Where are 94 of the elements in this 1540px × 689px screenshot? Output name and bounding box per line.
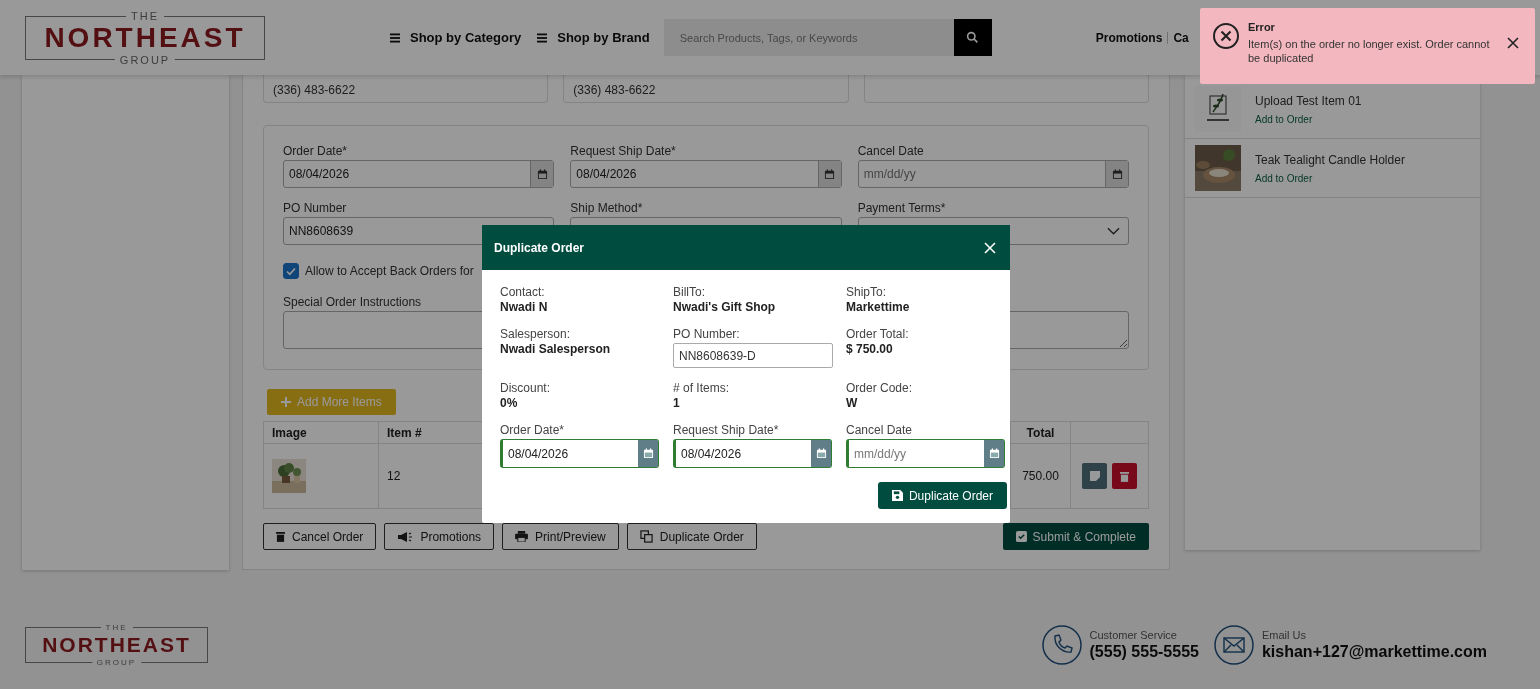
- menu-icon: [537, 32, 548, 43]
- close-icon: [984, 241, 996, 254]
- error-icon: [1212, 22, 1240, 50]
- info-value: Markettime: [846, 300, 911, 314]
- checkbox[interactable]: [283, 263, 299, 279]
- chevron-down-icon: [1107, 227, 1120, 235]
- date-field[interactable]: mm/dd/yy: [846, 439, 1005, 468]
- info-label: Discount:: [500, 381, 552, 395]
- trash-icon: [1120, 470, 1129, 482]
- info-value: $ 750.00: [846, 342, 894, 356]
- product-name: Upload Test Item 01: [1255, 93, 1362, 108]
- calendar-icon: [824, 168, 836, 180]
- info-label: PO Number:: [673, 327, 741, 341]
- field-label: Special Order Instructions: [283, 295, 422, 309]
- info-label: Order Total:: [846, 327, 910, 341]
- contact-value: kishan+127@markettime.com: [1261, 642, 1487, 661]
- nav-menu-link[interactable]: Shop by Brand: [537, 30, 650, 45]
- contact-label: Customer Service: [1089, 628, 1178, 641]
- logo-main-text: NORTHEAST: [42, 632, 191, 657]
- add-to-order-link[interactable]: Add to Order: [1255, 113, 1362, 125]
- trash-icon: [276, 531, 285, 542]
- info-label: ShipTo:: [846, 285, 888, 299]
- toast-message: Item(s) on the order no longer exist. Order cannot be duplicated: [1248, 37, 1491, 65]
- field-label: Request Ship Date*: [673, 423, 780, 437]
- toast-title: Error: [1248, 21, 1276, 33]
- info-label: Contact:: [500, 285, 546, 299]
- calendar-icon: [988, 448, 1000, 459]
- table-cell: 750.00: [1011, 444, 1071, 508]
- calendar-icon: [642, 448, 654, 459]
- po-number-field[interactable]: NN8608639-D: [673, 343, 833, 368]
- contact-label: Email Us: [1261, 628, 1307, 641]
- note-button[interactable]: [1082, 463, 1107, 489]
- close-icon: [1507, 37, 1519, 49]
- duplicate-order-button[interactable]: Duplicate Order: [877, 482, 1007, 509]
- field-label: Request Ship Date*: [570, 144, 677, 158]
- phone-icon: [1041, 624, 1082, 665]
- field-label: Cancel Date: [857, 144, 925, 158]
- info-label: BillTo:: [673, 285, 706, 299]
- date-field[interactable]: 08/04/2026: [500, 439, 659, 468]
- field-label: Ship Method*: [570, 201, 644, 215]
- field-label: Order Date*: [283, 144, 349, 158]
- copy-icon: [639, 530, 653, 543]
- nav-menu-link[interactable]: Shop by Category: [390, 30, 522, 45]
- action-button[interactable]: Duplicate Order: [626, 523, 757, 550]
- column-header: Total: [1011, 422, 1071, 444]
- info-value: Nwadi N: [500, 300, 549, 314]
- address-phone: (336) 483-6622: [273, 83, 356, 97]
- address-phone: (336) 483-6622: [573, 83, 656, 97]
- search-icon: [966, 31, 980, 44]
- checkbox-icon: [1015, 531, 1027, 542]
- calendar-icon: [536, 168, 548, 180]
- action-button[interactable]: Cancel Order: [263, 523, 377, 550]
- plus-icon: [281, 397, 291, 407]
- save-icon: [891, 490, 903, 501]
- logo-top-text: THE: [100, 622, 133, 632]
- mail-icon: [1213, 624, 1254, 665]
- menu-icon: [390, 32, 400, 43]
- check-icon: [285, 265, 297, 277]
- info-label: Order Code:: [846, 381, 914, 395]
- search-button[interactable]: [953, 19, 992, 56]
- logo-top-text: THE: [126, 9, 164, 22]
- calendar-icon: [815, 448, 827, 459]
- info-value: 1: [673, 396, 681, 410]
- info-value: Nwadi Salesperson: [500, 342, 612, 356]
- info-label: Salesperson:: [500, 327, 572, 341]
- logo-main-text: NORTHEAST: [44, 21, 246, 54]
- date-field[interactable]: 08/04/2026: [570, 160, 842, 188]
- action-button[interactable]: Print/Preview: [502, 523, 619, 550]
- add-to-order-link[interactable]: Add to Order: [1255, 172, 1405, 184]
- date-field[interactable]: 08/04/2026: [673, 439, 832, 468]
- info-value: W: [846, 396, 859, 410]
- logo-bottom-text: GROUP: [91, 657, 142, 667]
- field-label: Cancel Date: [846, 423, 914, 437]
- delete-button[interactable]: [1112, 463, 1137, 489]
- column-header: Image: [264, 422, 379, 444]
- date-field[interactable]: mm/dd/yy: [857, 160, 1129, 188]
- info-value: 0%: [500, 396, 519, 410]
- field-label: PO Number: [283, 201, 348, 215]
- calendar-icon: [1111, 168, 1123, 180]
- submit-button[interactable]: Submit & Complete: [1002, 523, 1149, 550]
- checkbox-label: Allow to Accept Back Orders for: [305, 264, 474, 278]
- header-link[interactable]: Ca: [1173, 30, 1189, 45]
- action-button[interactable]: Promotions: [384, 523, 495, 550]
- note-icon: [1089, 471, 1100, 481]
- info-label: # of Items:: [673, 381, 731, 395]
- printer-icon: [515, 531, 529, 542]
- info-value: Nwadi's Gift Shop: [673, 300, 777, 314]
- product-name: Teak Tealight Candle Holder: [1255, 152, 1405, 167]
- contact-value: (555) 555-5555: [1089, 642, 1199, 661]
- logo-bottom-text: GROUP: [114, 53, 176, 66]
- header-link[interactable]: Promotions: [1095, 30, 1163, 45]
- field-label: Payment Terms*: [857, 201, 947, 215]
- date-field[interactable]: 08/04/2026: [283, 160, 555, 188]
- megaphone-icon: [397, 530, 414, 543]
